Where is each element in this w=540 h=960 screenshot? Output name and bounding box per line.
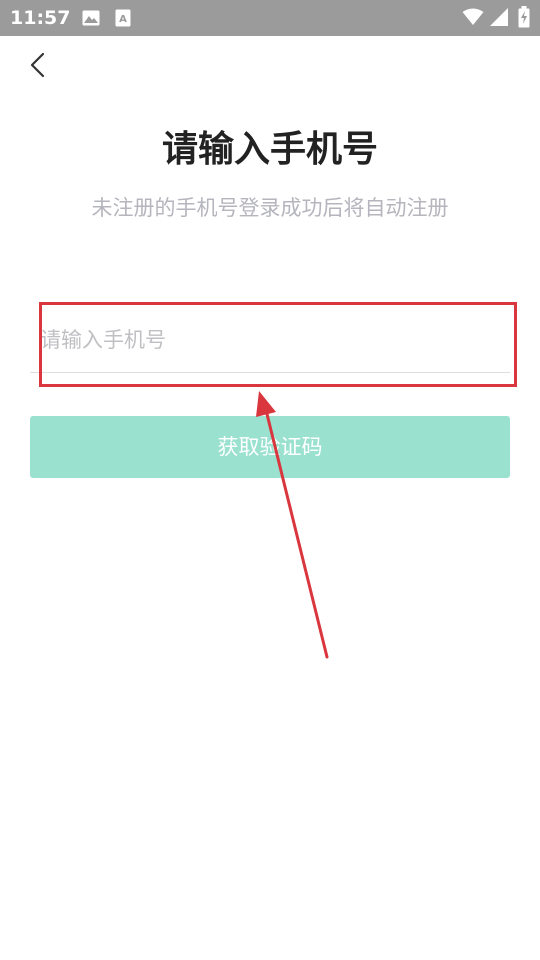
- page-title: 请输入手机号: [161, 129, 378, 170]
- wifi-icon: [462, 8, 484, 30]
- get-verification-code-button[interactable]: 获取验证码: [30, 416, 510, 478]
- page-subtitle: 未注册的手机号登录成功后将自动注册: [91, 196, 449, 220]
- phone-input-container: [30, 310, 510, 373]
- font-icon: A: [115, 9, 131, 31]
- login-screen: 11:57 A 请输入手机号 未注册的手机号登录成功后将自动注册 请输入手机号 …: [0, 0, 540, 960]
- status-time: 11:57: [10, 7, 71, 29]
- battery-charging-icon: [518, 6, 530, 32]
- svg-text:A: A: [119, 14, 127, 25]
- image-icon: [82, 10, 100, 30]
- status-bar: 11:57 A: [0, 0, 540, 36]
- phone-number-input[interactable]: [40, 318, 500, 362]
- back-button[interactable]: [22, 48, 54, 82]
- signal-icon: [489, 8, 509, 30]
- chevron-left-icon: [22, 52, 54, 86]
